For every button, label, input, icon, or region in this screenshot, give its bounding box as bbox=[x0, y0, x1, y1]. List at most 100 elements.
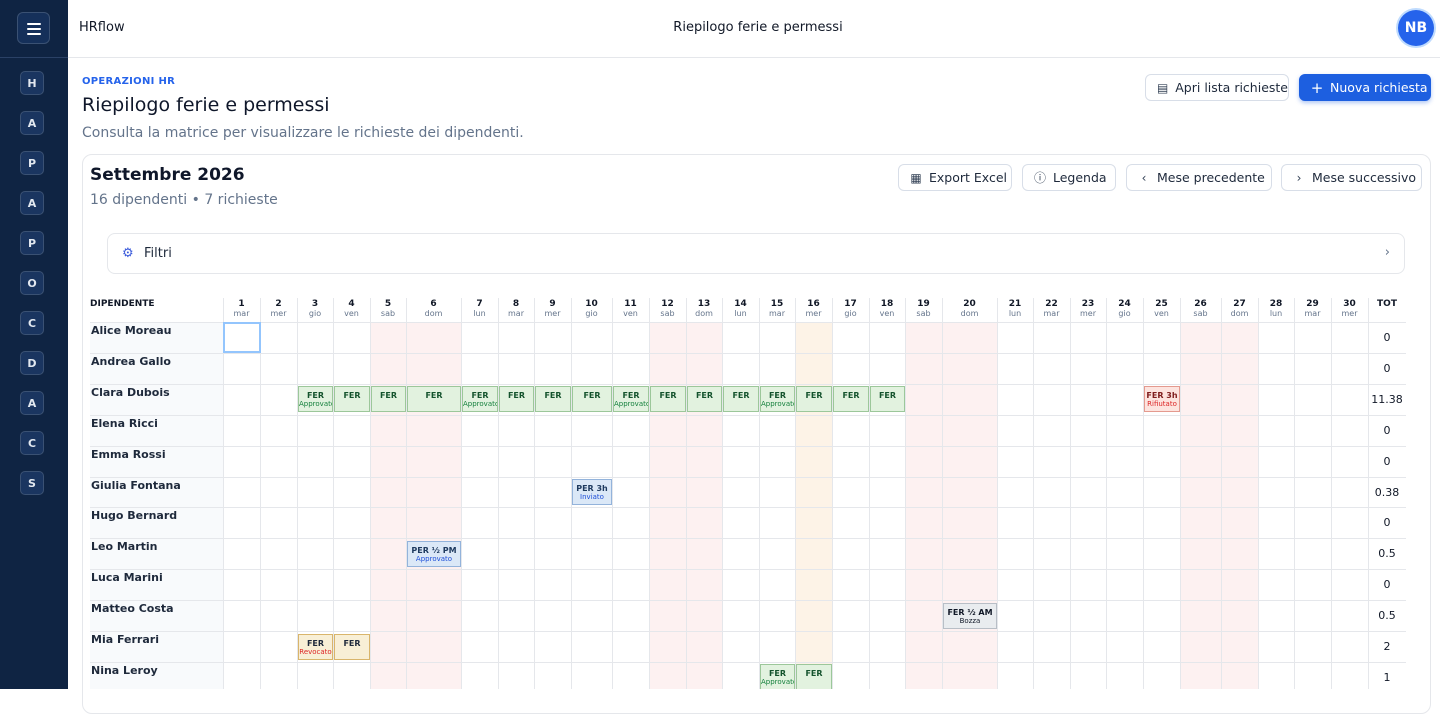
leave-request-type: FER bbox=[379, 391, 398, 401]
sidebar-item-2[interactable]: A bbox=[20, 111, 44, 135]
sidebar-item-1[interactable]: H bbox=[20, 71, 44, 95]
leave-request-type: FER ½ AM bbox=[947, 607, 993, 617]
leave-request-chip[interactable]: FER bbox=[723, 386, 759, 413]
employee-name[interactable]: Mia Ferrari bbox=[91, 633, 159, 646]
leave-request-chip[interactable]: FER bbox=[796, 664, 832, 689]
leave-request-chip[interactable]: FER Approvato bbox=[760, 664, 795, 689]
user-avatar[interactable]: NB bbox=[1398, 10, 1434, 46]
leave-matrix: DIPENDENTE TOT 1 mar 2 mer 3 gio 4 ven 5 sab 6 dom 7… bbox=[90, 298, 1406, 689]
leave-request-type: FER bbox=[306, 391, 325, 401]
day-weekday: mar bbox=[508, 309, 524, 318]
leave-request-status: Revocato bbox=[299, 647, 332, 656]
day-header: 1 mar bbox=[223, 298, 260, 322]
day-header: 30 mer bbox=[1331, 298, 1368, 322]
employee-name[interactable]: Giulia Fontana bbox=[91, 479, 181, 492]
sidebar-item-6[interactable]: O bbox=[20, 271, 44, 295]
day-number: 28 bbox=[1269, 299, 1283, 309]
leave-request-chip[interactable]: FER bbox=[371, 386, 406, 413]
sidebar: H A P A P O C D A C S bbox=[0, 0, 68, 689]
day-header: 2 mer bbox=[260, 298, 297, 322]
employee-name[interactable]: Emma Rossi bbox=[91, 448, 166, 461]
employee-column-header-label: DIPENDENTE bbox=[90, 299, 155, 309]
menu-toggle-button[interactable] bbox=[17, 12, 50, 44]
day-weekday: dom bbox=[424, 309, 443, 318]
day-number: 4 bbox=[348, 299, 355, 309]
employee-name[interactable]: Elena Ricci bbox=[91, 417, 158, 430]
day-weekday: mar bbox=[1043, 309, 1060, 318]
day-weekday: lun bbox=[1008, 309, 1022, 318]
sidebar-item-8[interactable]: D bbox=[20, 351, 44, 375]
selected-cell[interactable] bbox=[223, 322, 261, 354]
leave-request-type: FER bbox=[695, 391, 714, 401]
brand-logo[interactable]: HRflow bbox=[79, 20, 125, 35]
employee-name[interactable]: Leo Martin bbox=[91, 540, 158, 553]
day-number: 3 bbox=[311, 299, 319, 309]
employee-name[interactable]: Luca Marini bbox=[91, 571, 163, 584]
leave-request-chip[interactable]: FER Approvato bbox=[462, 386, 498, 413]
employee-name[interactable]: Alice Moreau bbox=[91, 324, 172, 337]
chevron-left-icon: ‹ bbox=[1141, 170, 1147, 185]
leave-request-chip[interactable]: FER bbox=[650, 386, 686, 413]
total-column-header-label: TOT bbox=[1377, 299, 1397, 309]
leave-request-chip[interactable]: FER bbox=[334, 386, 370, 413]
filters-panel[interactable]: ⚙ Filtri › bbox=[107, 233, 1405, 274]
day-header: 24 gio bbox=[1106, 298, 1143, 322]
day-header: 17 gio bbox=[832, 298, 869, 322]
employee-total: 0 bbox=[1383, 516, 1391, 530]
previous-month-button[interactable]: ‹ Mese precedente bbox=[1126, 164, 1272, 191]
leave-request-chip[interactable]: FER ½ AM Bozza bbox=[943, 602, 997, 629]
sidebar-item-3[interactable]: P bbox=[20, 151, 44, 175]
legend-button[interactable]: ⓘ Legenda bbox=[1022, 164, 1116, 191]
leave-request-chip[interactable]: FER bbox=[407, 386, 461, 413]
new-request-button[interactable]: + Nuova richiesta bbox=[1299, 74, 1431, 101]
day-weekday: ven bbox=[1154, 309, 1169, 318]
leave-request-chip[interactable]: FER bbox=[334, 633, 370, 660]
leave-request-chip[interactable]: FER Approvato bbox=[298, 386, 333, 413]
day-weekday: dom bbox=[960, 309, 979, 318]
day-weekday: sab bbox=[1193, 309, 1208, 318]
leave-request-chip[interactable]: FER bbox=[796, 386, 832, 413]
leave-request-chip[interactable]: FER bbox=[572, 386, 612, 413]
employee-name[interactable]: Nina Leroy bbox=[91, 664, 158, 677]
day-number: 11 bbox=[624, 299, 637, 309]
open-requests-list-button[interactable]: ▤ Apri lista richieste bbox=[1145, 74, 1289, 101]
sidebar-item-5[interactable]: P bbox=[20, 231, 44, 255]
day-weekday: gio bbox=[585, 309, 598, 318]
leave-request-chip[interactable]: FER bbox=[499, 386, 534, 413]
employee-column-header: DIPENDENTE bbox=[90, 298, 223, 322]
new-request-label: Nuova richiesta bbox=[1330, 80, 1428, 95]
sidebar-item-4[interactable]: A bbox=[20, 191, 44, 215]
sidebar-item-9[interactable]: A bbox=[20, 391, 44, 415]
day-number: 8 bbox=[512, 299, 520, 309]
sidebar-item-10[interactable]: C bbox=[20, 431, 44, 455]
leave-request-chip[interactable]: FER Approvato bbox=[613, 386, 649, 413]
employee-name[interactable]: Hugo Bernard bbox=[91, 509, 177, 522]
leave-request-type: FER bbox=[343, 391, 361, 401]
employee-name[interactable]: Matteo Costa bbox=[91, 602, 174, 615]
leave-request-chip[interactable]: FER bbox=[687, 386, 722, 413]
export-excel-button[interactable]: ▦ Export Excel bbox=[898, 164, 1012, 191]
day-weekday: sab bbox=[916, 309, 931, 318]
leave-request-chip[interactable]: FER bbox=[833, 386, 869, 413]
grid-horizontal-line bbox=[90, 631, 1406, 632]
day-number: 15 bbox=[770, 299, 784, 309]
leave-request-chip[interactable]: FER Approvato bbox=[760, 386, 795, 413]
day-number: 5 bbox=[384, 299, 392, 309]
employee-name[interactable]: Clara Dubois bbox=[91, 386, 170, 399]
leave-request-chip[interactable]: PER 3h Inviato bbox=[572, 479, 612, 505]
day-weekday: mer bbox=[1079, 309, 1096, 318]
next-month-button[interactable]: › Mese successivo bbox=[1281, 164, 1422, 191]
leave-request-type: PER ½ PM bbox=[411, 545, 457, 555]
leave-request-chip[interactable]: FER Revocato bbox=[298, 633, 333, 660]
sidebar-item-11[interactable]: S bbox=[20, 471, 44, 495]
leave-request-chip[interactable]: FER bbox=[535, 386, 571, 413]
leave-request-type: FER bbox=[878, 391, 897, 401]
leave-request-chip[interactable]: FER 3h Rifiutato bbox=[1144, 386, 1180, 413]
sidebar-item-7[interactable]: C bbox=[20, 311, 44, 335]
day-header: 3 gio bbox=[297, 298, 333, 322]
leave-request-chip[interactable]: PER ½ PM Approvato bbox=[407, 540, 461, 567]
list-icon: ▤ bbox=[1156, 80, 1169, 95]
leave-request-chip[interactable]: FER bbox=[870, 386, 905, 413]
employee-name[interactable]: Andrea Gallo bbox=[91, 355, 171, 368]
leave-request-type: FER bbox=[768, 391, 787, 401]
